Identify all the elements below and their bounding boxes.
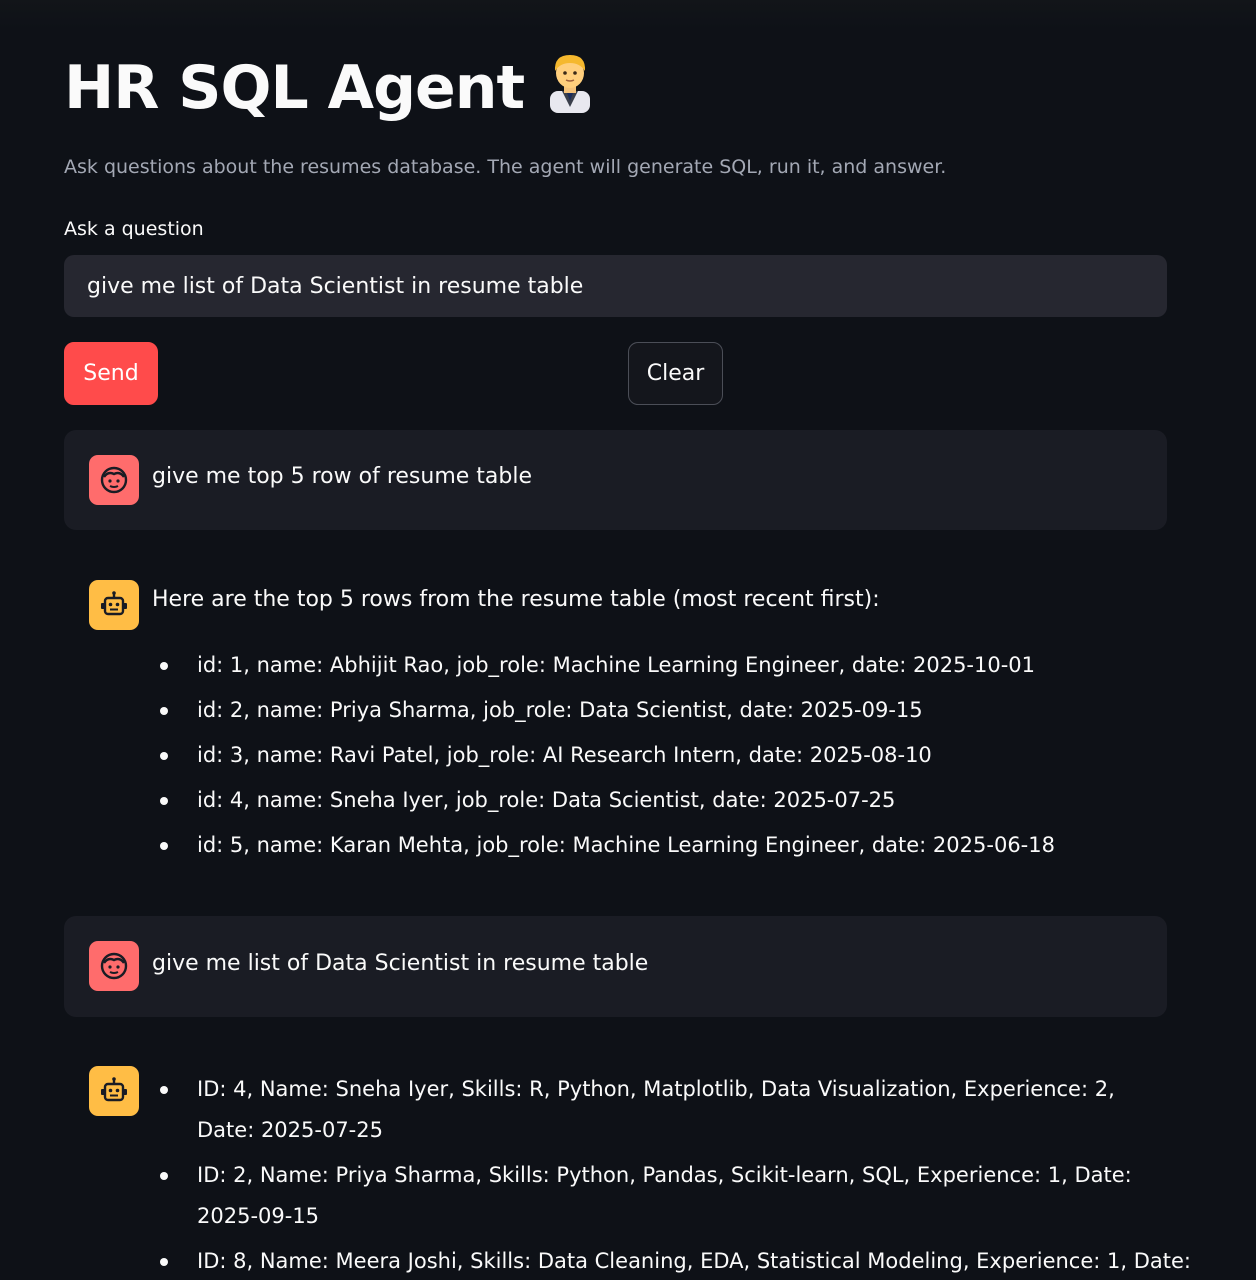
question-input[interactable] [85, 272, 1146, 300]
chat-message-user: give me list of Data Scientist in resume… [64, 916, 1167, 1017]
list-item: id: 1, name: Abhijit Rao, job_role: Mach… [152, 643, 1152, 688]
chat-message-assistant: ID: 4, Name: Sneha Iyer, Skills: R, Pyth… [64, 1041, 1191, 1280]
chat-message-intro: Here are the top 5 rows from the resume … [152, 587, 880, 612]
chat-message-text: give me list of Data Scientist in resume… [152, 951, 649, 976]
list-item: id: 2, name: Priya Sharma, job_role: Dat… [152, 688, 1152, 733]
chat-message-text: give me top 5 row of resume table [152, 464, 533, 489]
page-title-text: HR SQL Agent [64, 53, 525, 123]
list-item: ID: 4, Name: Sneha Iyer, Skills: R, Pyth… [152, 1069, 1162, 1151]
page-title: HR SQL Agent [64, 48, 598, 133]
chat-message-assistant: Here are the top 5 rows from the resume … [64, 555, 1167, 885]
robot-icon [89, 580, 139, 630]
page-subtitle: Ask questions about the resumes database… [64, 156, 947, 178]
clear-button[interactable]: Clear [628, 342, 723, 405]
person-in-suit-icon [542, 49, 598, 133]
chat-message-user: give me top 5 row of resume table [64, 430, 1167, 530]
send-button[interactable]: Send [64, 342, 158, 405]
answer-list: id: 1, name: Abhijit Rao, job_role: Mach… [152, 643, 1152, 868]
user-face-icon [89, 941, 139, 991]
list-item: id: 5, name: Karan Mehta, job_role: Mach… [152, 823, 1152, 868]
robot-icon [89, 1066, 139, 1116]
user-face-icon [89, 455, 139, 505]
list-item: ID: 2, Name: Priya Sharma, Skills: Pytho… [152, 1155, 1162, 1237]
list-item: id: 3, name: Ravi Patel, job_role: AI Re… [152, 733, 1152, 778]
answer-list: ID: 4, Name: Sneha Iyer, Skills: R, Pyth… [152, 1069, 1191, 1280]
list-item: ID: 8, Name: Meera Joshi, Skills: Data C… [152, 1241, 1191, 1280]
top-header-bar [0, 0, 1256, 30]
question-input-container[interactable] [64, 255, 1167, 317]
question-input-label: Ask a question [64, 218, 204, 240]
list-item: id: 4, name: Sneha Iyer, job_role: Data … [152, 778, 1152, 823]
